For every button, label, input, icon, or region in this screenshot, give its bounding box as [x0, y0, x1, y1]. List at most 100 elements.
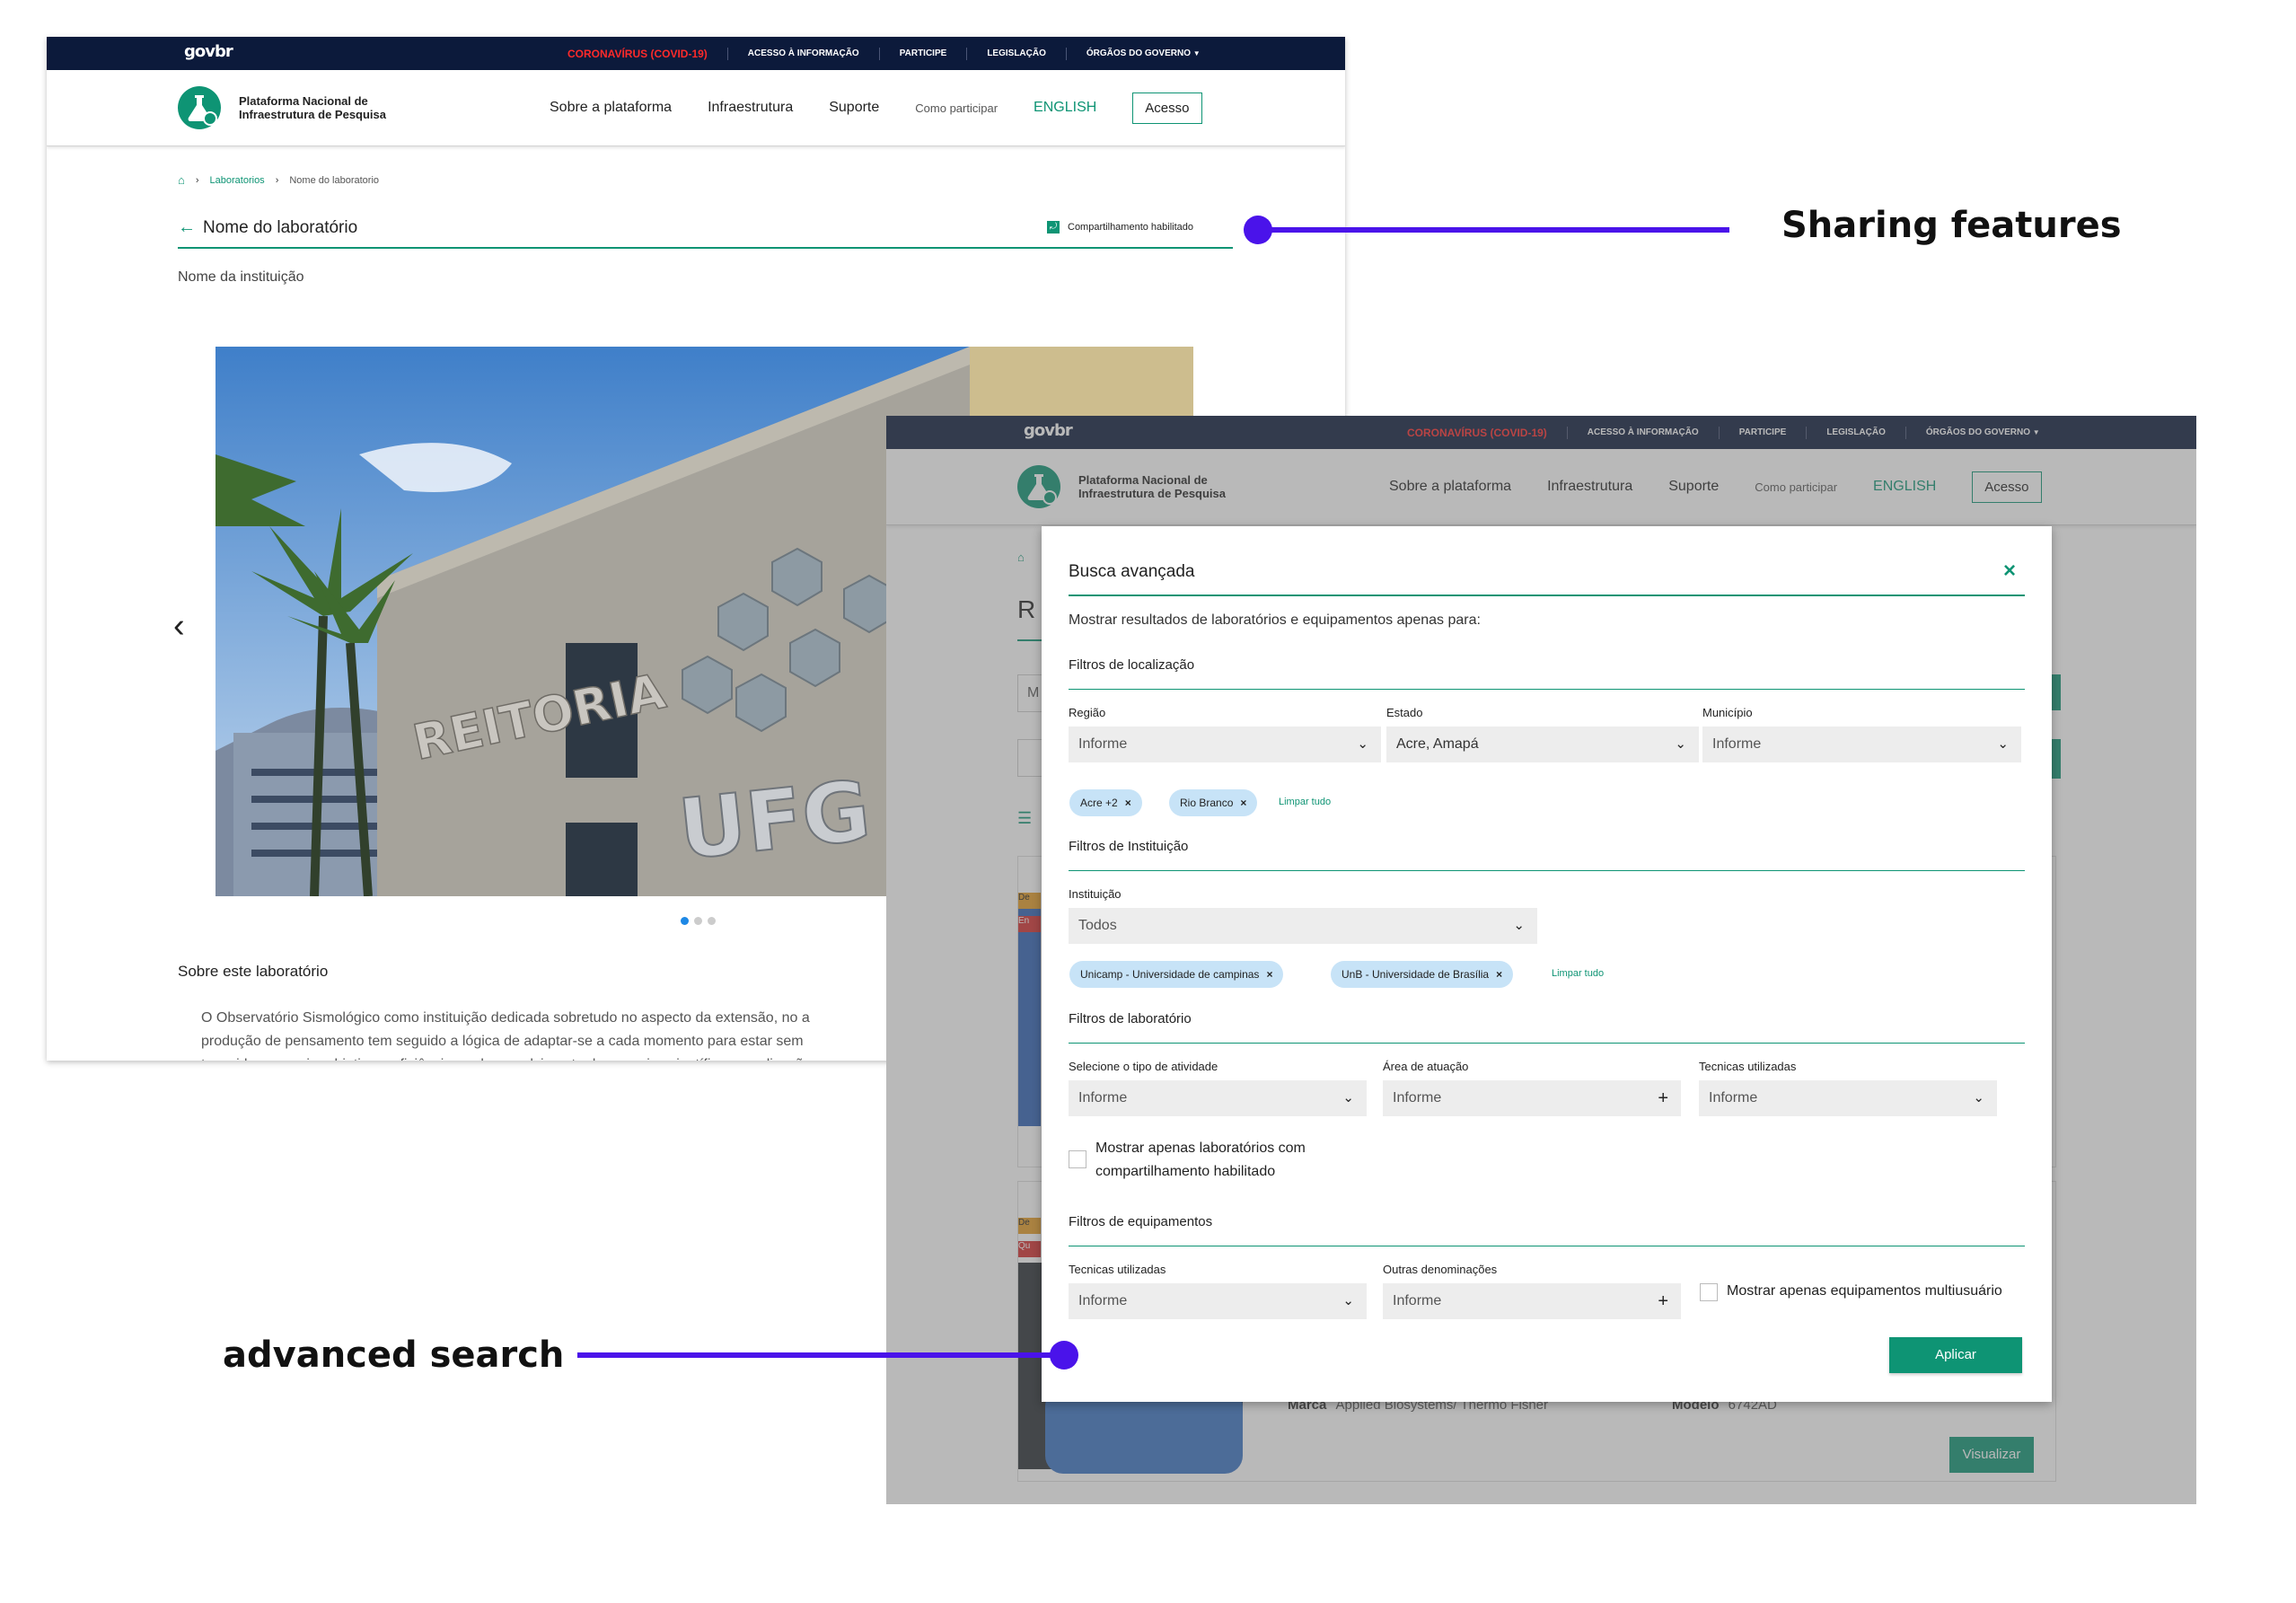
sharing-callout-dot	[1244, 216, 1272, 244]
chevron-down-icon: ▼	[1192, 48, 1201, 57]
equip-tecnicas-label: Tecnicas utilizadas	[1069, 1263, 1166, 1276]
chip-label: Rio Branco	[1180, 797, 1234, 809]
chip-unicamp[interactable]: Unicamp - Universidade de campinas ×	[1069, 961, 1284, 988]
breadcrumb-current: Nome do laboratorio	[289, 174, 380, 186]
sharing-status: ⤾ Compartilhamento habilitado	[1047, 221, 1193, 233]
section-title-laboratorio: Filtros de laboratório	[1069, 1011, 1192, 1026]
nav-sobre[interactable]: Sobre a plataforma	[550, 100, 672, 116]
sharing-label: Compartilhamento habilitado	[1068, 222, 1194, 233]
nav-english[interactable]: ENGLISH	[1034, 100, 1096, 116]
search-callout-label: advanced search	[223, 1334, 565, 1376]
municipio-label: Município	[1702, 706, 1753, 719]
close-icon[interactable]: ×	[1266, 968, 1272, 981]
divider	[1069, 870, 2025, 871]
nav-como-participar[interactable]: Como participar	[915, 101, 998, 115]
about-text-line: tem sido seu maior objetivo a eficiência…	[201, 1053, 812, 1061]
municipio-select[interactable]: Informe ⌄	[1702, 727, 2021, 762]
nav-infraestrutura[interactable]: Infraestrutura	[708, 100, 793, 116]
limpar-tudo-link[interactable]: Limpar tudo	[1279, 797, 1331, 807]
chevron-right-icon: ›	[195, 174, 199, 186]
limpar-tudo-link[interactable]: Limpar tudo	[1552, 968, 1604, 979]
close-icon[interactable]: ×	[1125, 797, 1131, 809]
share-only-label-line: Mostrar apenas laboratórios com	[1095, 1141, 1306, 1156]
section-title-equipamentos: Filtros de equipamentos	[1069, 1214, 1213, 1229]
instituicao-select[interactable]: Todos ⌄	[1069, 908, 1537, 944]
outras-value: Informe	[1393, 1293, 1442, 1308]
carousel-dot-active[interactable]	[681, 917, 689, 925]
share-icon: ⤾	[1047, 221, 1060, 233]
site-name: Plataforma Nacional de Infraestrutura de…	[239, 94, 386, 121]
municipio-value: Informe	[1712, 736, 1762, 752]
regiao-label: Região	[1069, 706, 1106, 719]
atividade-select[interactable]: Informe ⌄	[1069, 1080, 1367, 1116]
acesso-button[interactable]: Acesso	[1132, 92, 1202, 124]
about-text: O Observatório Sismológico como institui…	[201, 1007, 812, 1061]
govbr-logo[interactable]: govbr	[184, 42, 233, 61]
page-title: Nome do laboratório	[203, 217, 358, 237]
site-header: Plataforma Nacional de Infraestrutura de…	[47, 70, 1345, 146]
plus-icon[interactable]: +	[1658, 1080, 1668, 1116]
aplicar-button[interactable]: Aplicar	[1889, 1337, 2022, 1373]
chip-label: Unicamp - Universidade de campinas	[1080, 968, 1260, 981]
close-icon[interactable]: ×	[1240, 797, 1246, 809]
nav-suporte[interactable]: Suporte	[829, 100, 879, 116]
estado-select[interactable]: Acre, Amapá ⌄	[1386, 727, 1699, 762]
advanced-search-modal: Busca avançada × Mostrar resultados de l…	[1042, 526, 2052, 1402]
gov-link-legislacao[interactable]: LEGISLAÇÃO	[967, 47, 1067, 60]
share-only-checkbox[interactable]	[1069, 1150, 1086, 1168]
gov-link-covid[interactable]: CORONAVÍRUS (COVID-19)	[548, 47, 728, 60]
carousel-dots	[681, 917, 716, 925]
close-icon[interactable]: ×	[1496, 968, 1502, 981]
chip-label: UnB - Universidade de Brasília	[1342, 968, 1490, 981]
equip-tecnicas-value: Informe	[1078, 1293, 1128, 1308]
chevron-down-icon: ⌄	[1342, 1090, 1354, 1105]
regiao-value: Informe	[1078, 736, 1128, 752]
about-text-line: O Observatório Sismológico como institui…	[201, 1010, 810, 1026]
chevron-down-icon: ⌄	[1675, 736, 1686, 752]
sharing-callout-line	[1258, 227, 1729, 233]
tecnicas-label: Tecnicas utilizadas	[1699, 1060, 1797, 1073]
lab-flask-logo-icon[interactable]	[178, 86, 221, 129]
carousel-dot[interactable]	[694, 917, 702, 925]
outras-input[interactable]: Informe +	[1383, 1283, 1681, 1319]
chevron-down-icon: ⌄	[1997, 736, 2009, 752]
chip-label: Acre +2	[1080, 797, 1118, 809]
tecnicas-value: Informe	[1709, 1090, 1758, 1105]
chevron-right-icon: ›	[275, 174, 279, 186]
divider	[1069, 595, 2025, 596]
gov-links: CORONAVÍRUS (COVID-19) ACESSO À INFORMAÇ…	[548, 37, 1220, 70]
atividade-label: Selecione o tipo de atividade	[1069, 1060, 1218, 1073]
divider	[1069, 1043, 2025, 1044]
home-icon[interactable]: ⌂	[178, 173, 185, 187]
carousel-dot[interactable]	[708, 917, 716, 925]
back-arrow-icon[interactable]: ←	[178, 217, 196, 238]
multiuser-checkbox[interactable]	[1700, 1283, 1718, 1301]
area-input[interactable]: Informe +	[1383, 1080, 1681, 1116]
gov-bar: govbr CORONAVÍRUS (COVID-19) ACESSO À IN…	[47, 37, 1345, 70]
modal-title: Busca avançada	[1069, 562, 1195, 581]
plus-icon[interactable]: +	[1658, 1283, 1668, 1319]
search-callout-line	[577, 1352, 1060, 1358]
chip-acre[interactable]: Acre +2 ×	[1069, 789, 1142, 816]
chevron-down-icon: ⌄	[1357, 736, 1368, 752]
close-icon[interactable]: ×	[2003, 559, 2016, 584]
chevron-down-icon: ⌄	[1342, 1293, 1354, 1308]
carousel-prev-icon[interactable]: ‹	[173, 607, 185, 646]
section-title-instituicao: Filtros de Instituição	[1069, 839, 1189, 854]
search-window: govbr CORONAVÍRUS (COVID-19) ACESSO À IN…	[886, 416, 2196, 1504]
breadcrumb-laboratorios[interactable]: Laboratorios	[210, 175, 265, 186]
gov-link-orgaos[interactable]: ÓRGÃOS DO GOVERNO ▼	[1067, 48, 1220, 60]
chip-unb[interactable]: UnB - Universidade de Brasília ×	[1331, 961, 1514, 988]
gov-link-acesso[interactable]: ACESSO À INFORMAÇÃO	[728, 47, 880, 60]
area-label: Área de atuação	[1383, 1060, 1469, 1073]
tecnicas-select[interactable]: Informe ⌄	[1699, 1080, 1997, 1116]
photo-ufg-text: UFG	[674, 762, 875, 878]
chip-rio-branco[interactable]: Rio Branco ×	[1169, 789, 1258, 816]
institution-name: Nome da instituição	[178, 269, 304, 285]
section-title-localizacao: Filtros de localização	[1069, 657, 1195, 673]
equip-tecnicas-select[interactable]: Informe ⌄	[1069, 1283, 1367, 1319]
estado-value: Acre, Amapá	[1396, 736, 1479, 752]
regiao-select[interactable]: Informe ⌄	[1069, 727, 1381, 762]
estado-label: Estado	[1386, 706, 1423, 719]
gov-link-participe[interactable]: PARTICIPE	[880, 47, 968, 60]
